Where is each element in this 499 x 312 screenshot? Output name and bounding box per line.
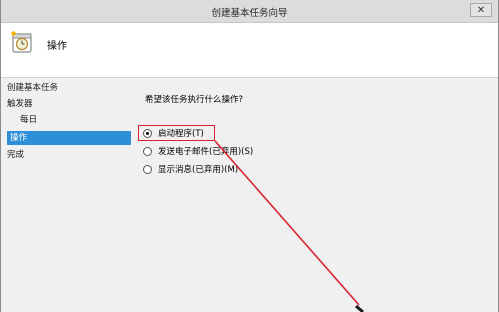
sidebar-item-daily[interactable]: 每日 <box>20 113 37 127</box>
radio-start-program[interactable] <box>143 128 152 138</box>
close-button[interactable]: ✕ <box>470 3 492 17</box>
wizard-header: 操作 <box>1 23 498 78</box>
sidebar-item-action[interactable]: 操作 <box>7 131 131 145</box>
page-title: 操作 <box>47 41 67 52</box>
radio-send-email[interactable] <box>143 146 152 156</box>
wizard-step-list: 创建基本任务 触发器 每日 操作 完成 <box>1 78 134 312</box>
wizard-window: 创建基本任务向导 ✕ 操作 创建基本任务 触发器 每日 操作 完成 希望该任务执… <box>0 0 499 312</box>
option-start-program-label: 启动程序(T) <box>158 129 204 139</box>
option-show-message[interactable]: 显示消息(已弃用)(M) <box>143 162 238 176</box>
action-question: 希望该任务执行什么操作? <box>145 95 244 105</box>
option-start-program[interactable]: 启动程序(T) <box>143 126 204 140</box>
option-send-email[interactable]: 发送电子邮件(已弃用)(S) <box>143 144 253 158</box>
task-clock-icon <box>11 31 32 53</box>
sidebar-item-create-task[interactable]: 创建基本任务 <box>7 81 58 95</box>
window-title: 创建基本任务向导 <box>211 8 288 19</box>
sidebar-item-finish[interactable]: 完成 <box>7 148 24 162</box>
option-show-message-label: 显示消息(已弃用)(M) <box>158 165 239 175</box>
sidebar-item-trigger[interactable]: 触发器 <box>7 97 33 111</box>
radio-show-message[interactable] <box>143 164 152 174</box>
wizard-content: 希望该任务执行什么操作? 启动程序(T) 发送电子邮件(已弃用)(S) 显示消息… <box>135 78 498 312</box>
option-send-email-label: 发送电子邮件(已弃用)(S) <box>158 147 254 157</box>
title-bar: 创建基本任务向导 ✕ <box>1 0 498 23</box>
